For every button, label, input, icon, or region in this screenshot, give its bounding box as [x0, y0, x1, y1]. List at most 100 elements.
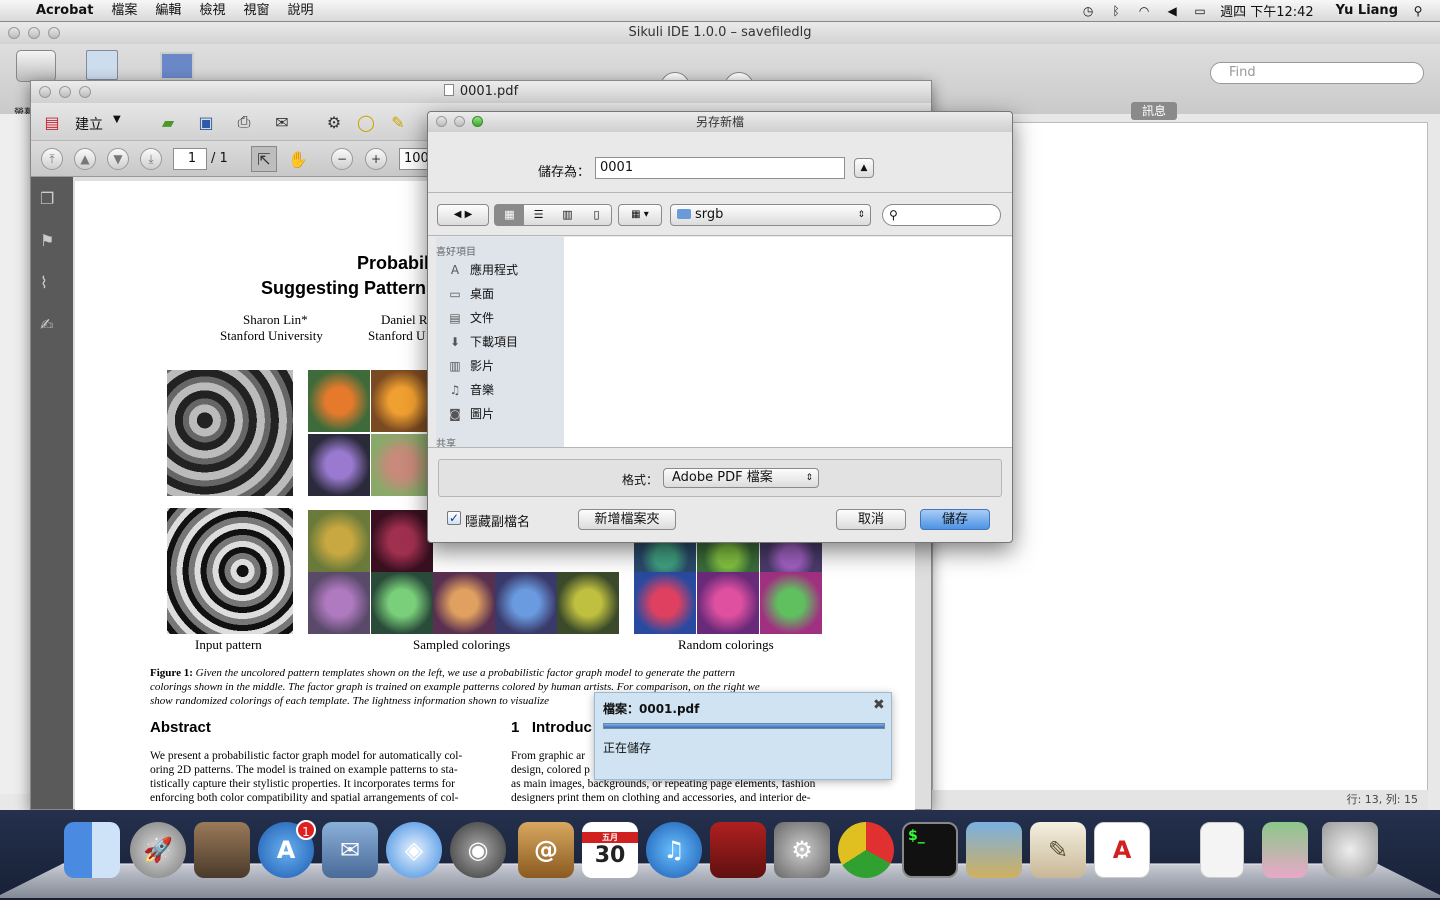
menu-file[interactable]: 檔案 — [102, 0, 146, 22]
hand-tool-icon[interactable]: ✋ — [285, 146, 311, 172]
spotlight-search-icon[interactable]: ⚲ — [1410, 3, 1426, 19]
battery-icon[interactable]: ▭ — [1192, 3, 1208, 19]
open-folder-icon[interactable]: ▰ — [155, 109, 181, 135]
menu-view[interactable]: 檢視 — [190, 0, 234, 22]
script-editor-icon[interactable]: ✎ — [1030, 822, 1086, 878]
pages-panel-icon[interactable]: ❐ — [40, 189, 60, 209]
menu-window[interactable]: 視窗 — [234, 0, 278, 22]
status-bar: 行: 13, 列: 15 — [932, 790, 1428, 810]
figure-caption-line3: show randomized colorings of each templa… — [150, 695, 550, 707]
sidebar-item-downloads[interactable]: ⬇ 下載項目 — [446, 333, 518, 350]
abstract-line: enforcing both color compatibility and s… — [150, 792, 459, 804]
image-capture-icon[interactable] — [194, 822, 250, 878]
acrobat-zoom-button[interactable] — [79, 86, 91, 98]
trash-icon[interactable] — [1322, 822, 1378, 878]
acrobat-close-button[interactable] — [39, 86, 51, 98]
next-page-icon[interactable]: ▼ — [107, 148, 129, 170]
contacts-icon[interactable]: @ — [518, 822, 574, 878]
menubar-clock[interactable]: 週四 下午12:42 — [1220, 1, 1314, 20]
itunes-icon[interactable]: ♫ — [646, 822, 702, 878]
prev-page-icon[interactable]: ▲ — [74, 148, 96, 170]
time-machine-icon[interactable]: ◷ — [1080, 3, 1096, 19]
first-page-icon[interactable]: ⤒ — [41, 148, 63, 170]
safari-icon[interactable]: ◈ — [386, 822, 442, 878]
chrome-icon[interactable] — [838, 822, 894, 878]
launchpad-icon[interactable]: 🚀 — [130, 822, 186, 878]
back-forward-buttons[interactable]: ◀ ▶ — [437, 204, 489, 226]
arrange-menu-icon[interactable]: ▦ ▾ — [618, 204, 662, 226]
sidebar-item-applications[interactable]: A 應用程式 — [446, 261, 518, 278]
icon-view-icon[interactable]: ▦ — [495, 205, 524, 225]
cancel-button[interactable]: 取消 — [836, 509, 906, 530]
acrobat-icon[interactable]: A — [1094, 822, 1150, 878]
dialog-zoom-button[interactable] — [472, 116, 483, 127]
region-icon[interactable] — [160, 52, 194, 80]
settings-gear-icon[interactable]: ⚙ — [321, 109, 347, 135]
save-button[interactable]: 儲存 — [920, 509, 990, 530]
filename-input[interactable]: 0001 — [595, 157, 845, 179]
highlight-icon[interactable]: ✎ — [385, 109, 411, 135]
email-icon[interactable]: ✉ — [269, 109, 295, 135]
calendar-icon[interactable]: 五月 30 — [582, 822, 638, 878]
downloads-stack-icon[interactable] — [1262, 822, 1308, 878]
menu-help[interactable]: 說明 — [278, 0, 322, 22]
create-button[interactable]: 建立 — [75, 114, 103, 134]
sikuli-close-button[interactable] — [8, 27, 20, 39]
sikuli-icon[interactable] — [966, 822, 1022, 878]
acrobat-minimize-button[interactable] — [59, 86, 71, 98]
volume-icon[interactable]: ◀ — [1164, 3, 1180, 19]
select-tool-icon[interactable]: ⇱ — [251, 146, 277, 172]
sidebar-item-music[interactable]: ♫ 音樂 — [446, 381, 494, 398]
find-input[interactable]: Find — [1210, 62, 1424, 84]
sikuli-zoom-button[interactable] — [48, 27, 60, 39]
bookmarks-icon[interactable]: ⚑ — [40, 231, 60, 251]
dialog-close-button[interactable] — [436, 116, 447, 127]
page-number-input[interactable]: 1 — [173, 148, 207, 170]
zoom-out-icon[interactable]: − — [331, 148, 353, 170]
favorites-header: 喜好項目 — [436, 247, 476, 258]
print-icon[interactable]: ⎙ — [231, 109, 257, 135]
list-view-icon[interactable]: ☰ — [524, 205, 553, 225]
last-page-icon[interactable]: ⤓ — [140, 148, 162, 170]
system-preferences-icon[interactable]: ⚙ — [774, 822, 830, 878]
menubar-user[interactable]: Yu Liang — [1336, 3, 1398, 18]
expand-dialog-button[interactable]: ▲ — [854, 158, 874, 178]
create-pdf-icon[interactable]: ▤ — [39, 109, 65, 135]
attachments-icon[interactable]: ⌇ — [40, 273, 60, 293]
file-browser[interactable] — [564, 237, 1012, 447]
location-popup[interactable]: srgb ⇕ — [670, 204, 871, 226]
search-field[interactable]: ⚲ — [882, 204, 1001, 226]
create-dropdown-icon[interactable]: ▼ — [113, 114, 121, 125]
new-folder-button[interactable]: 新增檔案夾 — [578, 509, 676, 530]
sikuli-minimize-button[interactable] — [28, 27, 40, 39]
sidebar-item-pictures[interactable]: ◙ 圖片 — [446, 405, 494, 422]
sidebar-item-documents[interactable]: ▤ 文件 — [446, 309, 494, 326]
facetime-icon[interactable]: ◉ — [450, 822, 506, 878]
wifi-icon[interactable]: ◠ — [1136, 3, 1152, 19]
menu-edit[interactable]: 編輯 — [146, 0, 190, 22]
bluetooth-icon[interactable]: ᛒ — [1108, 3, 1124, 19]
signature-icon[interactable]: ✍ — [40, 315, 60, 335]
save-icon[interactable]: ▣ — [193, 109, 219, 135]
sidebar-item-desktop[interactable]: ▭ 桌面 — [446, 285, 494, 302]
comment-icon[interactable]: ◯ — [353, 109, 379, 135]
terminal-icon[interactable]: $_ — [902, 822, 958, 878]
zoom-in-icon[interactable]: + — [365, 148, 387, 170]
mail-icon[interactable]: ✉ — [322, 822, 378, 878]
hide-extension-checkbox[interactable]: ✓ — [447, 511, 461, 525]
documents-stack-icon[interactable] — [1200, 822, 1244, 878]
column-view-icon[interactable]: ▥ — [553, 205, 582, 225]
insert-image-icon[interactable] — [86, 50, 118, 80]
close-icon[interactable]: ✖ — [873, 697, 885, 713]
photo-booth-icon[interactable] — [710, 822, 766, 878]
finder-icon[interactable] — [64, 822, 120, 878]
camera-icon[interactable] — [16, 50, 56, 82]
sidebar-item-label: 音樂 — [470, 383, 495, 397]
message-tab[interactable]: 訊息 — [1131, 102, 1177, 120]
coverflow-view-icon[interactable]: ▯ — [582, 205, 611, 225]
app-menu[interactable]: Acrobat — [27, 0, 102, 22]
sidebar-item-label: 影片 — [470, 359, 495, 373]
sidebar-item-movies[interactable]: ▥ 影片 — [446, 357, 494, 374]
format-popup[interactable]: Adobe PDF 檔案 ⇕ — [663, 468, 819, 488]
dialog-minimize-button[interactable] — [454, 116, 465, 127]
